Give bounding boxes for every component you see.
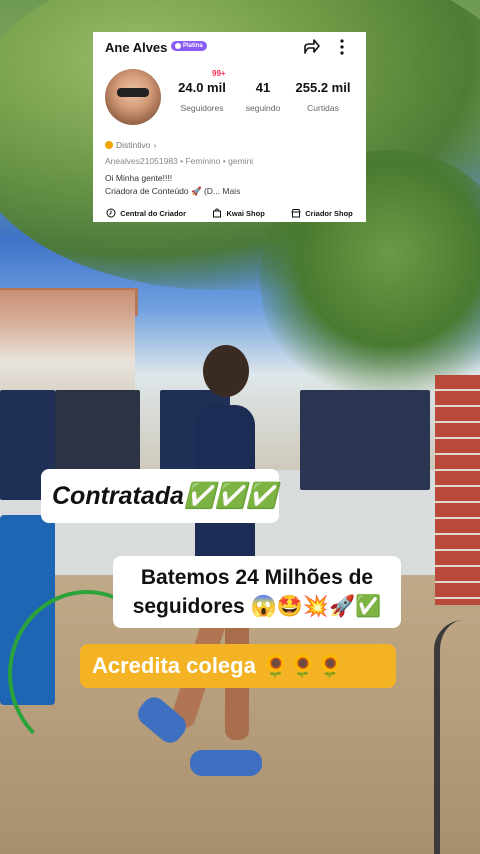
- profile-info: Anealves21051983 • Feminino • gemini: [105, 156, 254, 166]
- creator-center-icon: [106, 208, 116, 218]
- platina-badge: Platina: [171, 41, 207, 51]
- shopping-bag-icon: [213, 208, 222, 218]
- metal-rail: [434, 620, 480, 854]
- badge-label: Platina: [183, 43, 203, 49]
- brick-pillar: [435, 375, 480, 605]
- diamond-icon: [175, 43, 181, 49]
- distintivo-label: Distintivo: [116, 140, 151, 150]
- likes-count: 255.2 mil: [295, 80, 351, 95]
- bio-line-1: Oi Minha gente!!!!: [105, 173, 173, 183]
- kwai-shop-label: Kwai Shop: [226, 208, 265, 218]
- hanging-clothes: [300, 390, 430, 490]
- stat-likes[interactable]: 255.2 mil Curtidas: [288, 80, 358, 113]
- creator-shop-link[interactable]: Criador Shop: [291, 208, 353, 218]
- profile-card: Ane Alves Platina 99+ 24.0 mil Seguidore…: [93, 32, 366, 222]
- bio-text: Criadora de Conteúdo 🚀 (D...: [105, 186, 220, 196]
- kwai-shop-link[interactable]: Kwai Shop: [212, 208, 265, 218]
- profile-name: Ane Alves: [105, 40, 168, 55]
- chevron-right-icon: ›: [153, 140, 157, 150]
- caption-hired: Contratada✅✅✅: [41, 469, 279, 523]
- followers-count: 24.0 mil: [178, 80, 226, 95]
- creator-center-link[interactable]: Central do Criador: [106, 208, 186, 218]
- more-options-icon[interactable]: [336, 38, 348, 56]
- avatar-sunglasses: [117, 88, 149, 97]
- caption-believe: Acredita colega 🌻🌻🌻: [80, 644, 396, 688]
- creator-links: Central do Criador Kwai Shop Criador Sho…: [93, 204, 366, 222]
- followers-label: Seguidores: [180, 103, 224, 113]
- store-icon: [291, 209, 301, 218]
- distintivo-link[interactable]: Distintivo ›: [105, 140, 156, 150]
- notification-badge: 99+: [212, 69, 226, 78]
- avatar[interactable]: [105, 69, 161, 125]
- creator-center-label: Central do Criador: [120, 208, 187, 218]
- distintivo-icon: [105, 141, 113, 149]
- bio-more-link[interactable]: Mais: [222, 186, 240, 196]
- bio-line-2: Criadora de Conteúdo 🚀 (D... Mais: [105, 186, 240, 197]
- caption-milestone: Batemos 24 Milhões de seguidores 😱🤩💥🚀✅: [113, 556, 401, 628]
- stat-followers[interactable]: 24.0 mil Seguidores: [167, 80, 237, 113]
- likes-label: Curtidas: [307, 103, 339, 113]
- creator-shop-label: Criador Shop: [305, 208, 353, 218]
- share-icon[interactable]: [301, 37, 321, 57]
